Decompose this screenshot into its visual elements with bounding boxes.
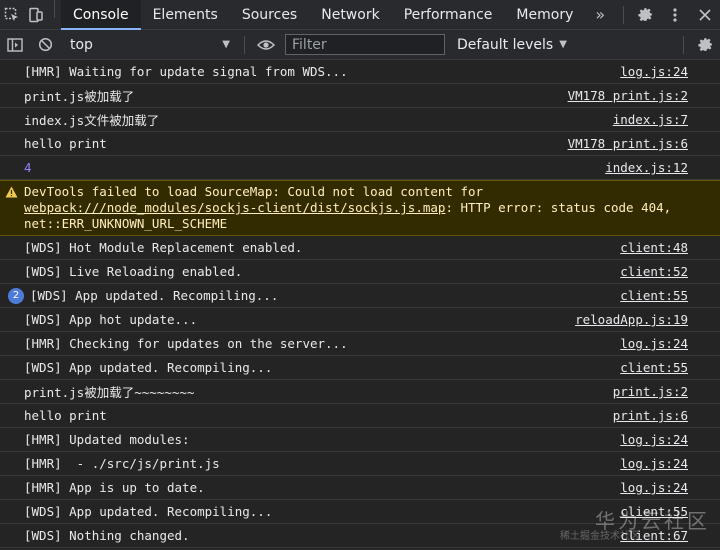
console-settings-gear-icon[interactable] bbox=[690, 30, 720, 59]
more-tabs-button[interactable]: » bbox=[585, 0, 615, 29]
tab-label: Network bbox=[321, 6, 380, 23]
tab-memory[interactable]: Memory bbox=[504, 0, 585, 29]
source-link[interactable]: reloadApp.js:19 bbox=[575, 312, 688, 327]
console-message: [WDS] Hot Module Replacement enabled. cl… bbox=[0, 236, 720, 260]
tab-elements[interactable]: Elements bbox=[141, 0, 230, 29]
clear-console-icon[interactable] bbox=[30, 30, 60, 59]
tab-network[interactable]: Network bbox=[309, 0, 391, 29]
message-text: [WDS] Nothing changed. bbox=[24, 528, 190, 543]
source-link[interactable]: client:55 bbox=[620, 360, 688, 375]
message-text: [HMR] Checking for updates on the server… bbox=[24, 336, 348, 351]
source-link[interactable]: VM178 print.js:2 bbox=[568, 88, 688, 103]
message-text: [WDS] Live Reloading enabled. bbox=[24, 264, 243, 279]
sourcemap-link[interactable]: webpack:///node_modules/sockjs-client/di… bbox=[24, 200, 445, 215]
source-link[interactable]: print.js:2 bbox=[613, 384, 688, 399]
source-link[interactable]: client:52 bbox=[620, 264, 688, 279]
source-link[interactable]: client:55 bbox=[620, 504, 688, 519]
divider bbox=[683, 35, 684, 54]
watermark-sub: 稀土掘金技术社区 bbox=[560, 531, 640, 542]
message-text: [WDS] App updated. Recompiling... bbox=[30, 288, 279, 303]
devtools-tabbar: Console Elements Sources Network Perform… bbox=[0, 0, 720, 30]
settings-gear-icon[interactable] bbox=[630, 0, 660, 29]
source-link[interactable]: log.js:24 bbox=[620, 432, 688, 447]
inspect-element-icon[interactable] bbox=[0, 0, 24, 29]
filter-input[interactable] bbox=[285, 34, 445, 55]
message-text: [WDS] App hot update... bbox=[24, 312, 198, 327]
divider bbox=[623, 5, 624, 24]
message-text: index.js文件被加载了 bbox=[24, 113, 160, 128]
warning-text: DevTools failed to load SourceMap: Could… bbox=[24, 184, 690, 232]
more-tabs-label: » bbox=[595, 5, 606, 24]
device-toolbar-icon[interactable] bbox=[24, 0, 48, 29]
console-message: [HMR] App is up to date. log.js:24 bbox=[0, 476, 720, 500]
console-output: [HMR] Waiting for update signal from WDS… bbox=[0, 60, 720, 550]
message-text: [HMR] Waiting for update signal from WDS… bbox=[24, 64, 348, 79]
tab-label: Performance bbox=[403, 6, 493, 23]
context-value: top bbox=[70, 36, 93, 53]
message-text: hello print bbox=[24, 136, 107, 151]
console-message: 4 index.js:12 bbox=[0, 156, 720, 180]
live-expression-eye-icon[interactable] bbox=[251, 30, 281, 59]
console-message: [WDS] App updated. Recompiling... client… bbox=[0, 356, 720, 380]
console-message: print.js被加载了 VM178 print.js:2 bbox=[0, 84, 720, 108]
message-text: hello print bbox=[24, 408, 107, 423]
message-text: [HMR] Updated modules: bbox=[24, 432, 190, 447]
source-link[interactable]: VM178 print.js:6 bbox=[568, 136, 688, 151]
sidebar-toggle-icon[interactable] bbox=[0, 30, 30, 59]
console-message: [HMR] Waiting for update signal from WDS… bbox=[0, 60, 720, 84]
source-link[interactable]: client:55 bbox=[620, 288, 688, 303]
console-message: 2 [WDS] App updated. Recompiling... clie… bbox=[0, 284, 720, 308]
message-text: [WDS] App updated. Recompiling... bbox=[24, 360, 273, 375]
warning-prefix: DevTools failed to load SourceMap: Could… bbox=[24, 184, 491, 199]
source-link[interactable]: client:48 bbox=[620, 240, 688, 255]
source-link[interactable]: index.js:12 bbox=[605, 160, 688, 175]
tab-label: Console bbox=[73, 6, 129, 23]
console-message: [WDS] App hot update... reloadApp.js:19 bbox=[0, 308, 720, 332]
dropdown-arrow-icon: ▼ bbox=[222, 39, 230, 50]
message-text: [HMR] App is up to date. bbox=[24, 480, 205, 495]
console-message: [HMR] Updated modules: log.js:24 bbox=[0, 428, 720, 452]
source-link[interactable]: log.js:24 bbox=[620, 480, 688, 495]
message-text: [HMR] - ./src/js/print.js bbox=[24, 456, 220, 471]
divider bbox=[244, 35, 245, 54]
console-message: [HMR] - ./src/js/print.js log.js:24 bbox=[0, 452, 720, 476]
source-link[interactable]: log.js:24 bbox=[620, 64, 688, 79]
dropdown-arrow-icon: ▼ bbox=[559, 39, 567, 50]
log-levels-label: Default levels bbox=[457, 36, 554, 53]
more-options-icon[interactable] bbox=[660, 0, 690, 29]
console-message: hello print print.js:6 bbox=[0, 404, 720, 428]
console-message: index.js文件被加载了 index.js:7 bbox=[0, 108, 720, 132]
console-message: hello print VM178 print.js:6 bbox=[0, 132, 720, 156]
tab-label: Sources bbox=[241, 6, 298, 23]
message-text: print.js被加载了~~~~~~~~ bbox=[24, 385, 195, 400]
source-link[interactable]: log.js:24 bbox=[620, 456, 688, 471]
console-message: [HMR] Checking for updates on the server… bbox=[0, 332, 720, 356]
context-selector[interactable]: top ▼ bbox=[62, 37, 238, 53]
console-message: [WDS] App updated. Recompiling... client… bbox=[0, 500, 720, 524]
console-message: print.js被加载了~~~~~~~~ print.js:2 bbox=[0, 380, 720, 404]
log-levels-dropdown[interactable]: Default levels ▼ bbox=[457, 37, 567, 53]
close-icon[interactable] bbox=[690, 0, 720, 29]
console-warning: DevTools failed to load SourceMap: Could… bbox=[0, 180, 720, 236]
tab-performance[interactable]: Performance bbox=[392, 0, 505, 29]
repeat-count-badge: 2 bbox=[8, 287, 24, 304]
message-text: print.js被加载了 bbox=[24, 89, 135, 104]
divider bbox=[54, 0, 55, 18]
message-number: 4 bbox=[24, 160, 32, 175]
tab-label: Memory bbox=[516, 6, 574, 23]
console-message: [WDS] Live Reloading enabled. client:52 bbox=[0, 260, 720, 284]
tab-label: Elements bbox=[152, 6, 218, 23]
source-link[interactable]: log.js:24 bbox=[620, 336, 688, 351]
tab-console[interactable]: Console bbox=[61, 0, 141, 30]
console-toolbar: top ▼ Default levels ▼ bbox=[0, 30, 720, 60]
message-text: [WDS] Hot Module Replacement enabled. bbox=[24, 240, 303, 255]
tab-sources[interactable]: Sources bbox=[230, 0, 309, 29]
source-link[interactable]: print.js:6 bbox=[613, 408, 688, 423]
source-link[interactable]: index.js:7 bbox=[613, 112, 688, 127]
warning-triangle-icon bbox=[5, 186, 18, 201]
message-text: [WDS] App updated. Recompiling... bbox=[24, 504, 273, 519]
